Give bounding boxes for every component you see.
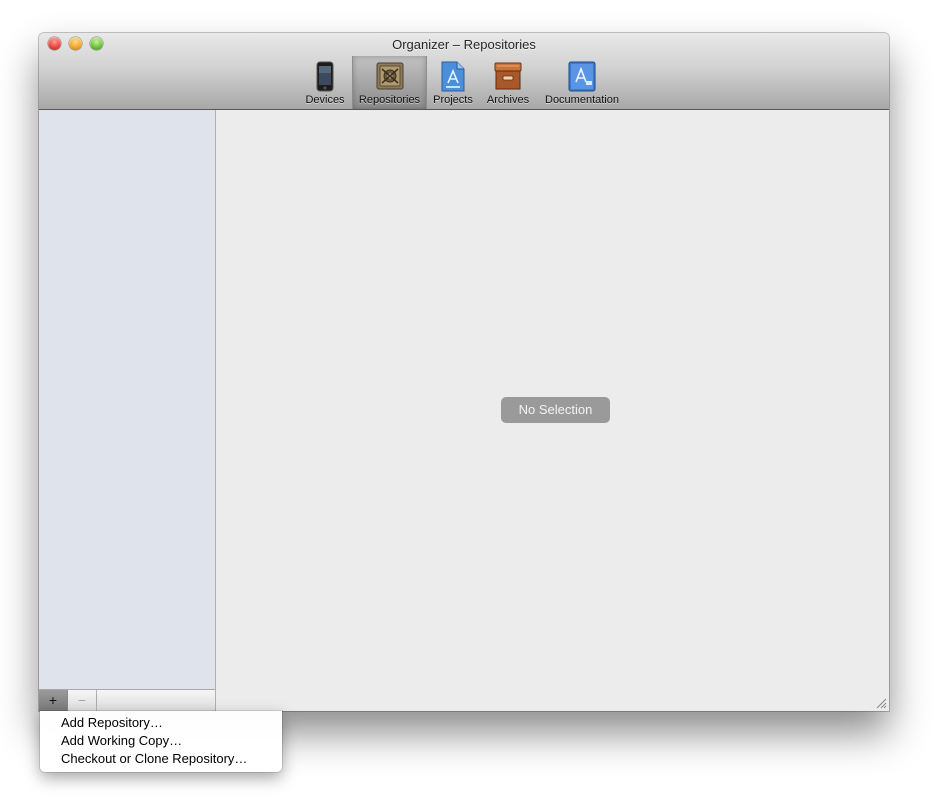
sidebar-bottom-bar: + −: [39, 689, 216, 711]
project-document-icon: [441, 61, 465, 92]
add-button[interactable]: +: [39, 690, 68, 711]
menu-item-add-working-copy[interactable]: Add Working Copy…: [40, 732, 282, 750]
remove-button[interactable]: −: [68, 690, 97, 711]
toolbar-repositories[interactable]: Repositories: [352, 56, 427, 109]
menu-item-checkout-or-clone[interactable]: Checkout or Clone Repository…: [40, 750, 282, 768]
window-title: Organizer – Repositories: [392, 37, 536, 52]
toolbar-devices-label: Devices: [305, 94, 345, 106]
add-menu: Add Repository… Add Working Copy… Checko…: [40, 711, 282, 772]
archive-box-icon: [494, 62, 522, 90]
titlebar: Organizer – Repositories Devices Reposit…: [39, 33, 889, 110]
toolbar-archives[interactable]: Archives: [482, 56, 534, 109]
toolbar-documentation[interactable]: Documentation: [538, 56, 626, 109]
resize-grip-icon[interactable]: [876, 698, 887, 709]
toolbar-repositories-label: Repositories: [358, 94, 421, 106]
toolbar-projects[interactable]: Projects: [428, 56, 478, 109]
documentation-book-icon: [568, 61, 596, 92]
menu-item-add-repository[interactable]: Add Repository…: [40, 714, 282, 732]
organizer-window: Organizer – Repositories Devices Reposit…: [39, 33, 889, 711]
detail-pane: No Selection: [216, 110, 889, 711]
toolbar-projects-label: Projects: [433, 94, 473, 106]
no-selection-label: No Selection: [501, 397, 610, 423]
iphone-icon: [316, 61, 334, 92]
toolbar-documentation-label: Documentation: [545, 94, 619, 106]
toolbar-devices[interactable]: Devices: [303, 56, 347, 109]
toolbar-archives-label: Archives: [486, 94, 530, 106]
bottom-bar-divider: [96, 694, 97, 706]
repository-safe-icon: [376, 62, 403, 90]
repositories-sidebar[interactable]: [39, 110, 216, 711]
